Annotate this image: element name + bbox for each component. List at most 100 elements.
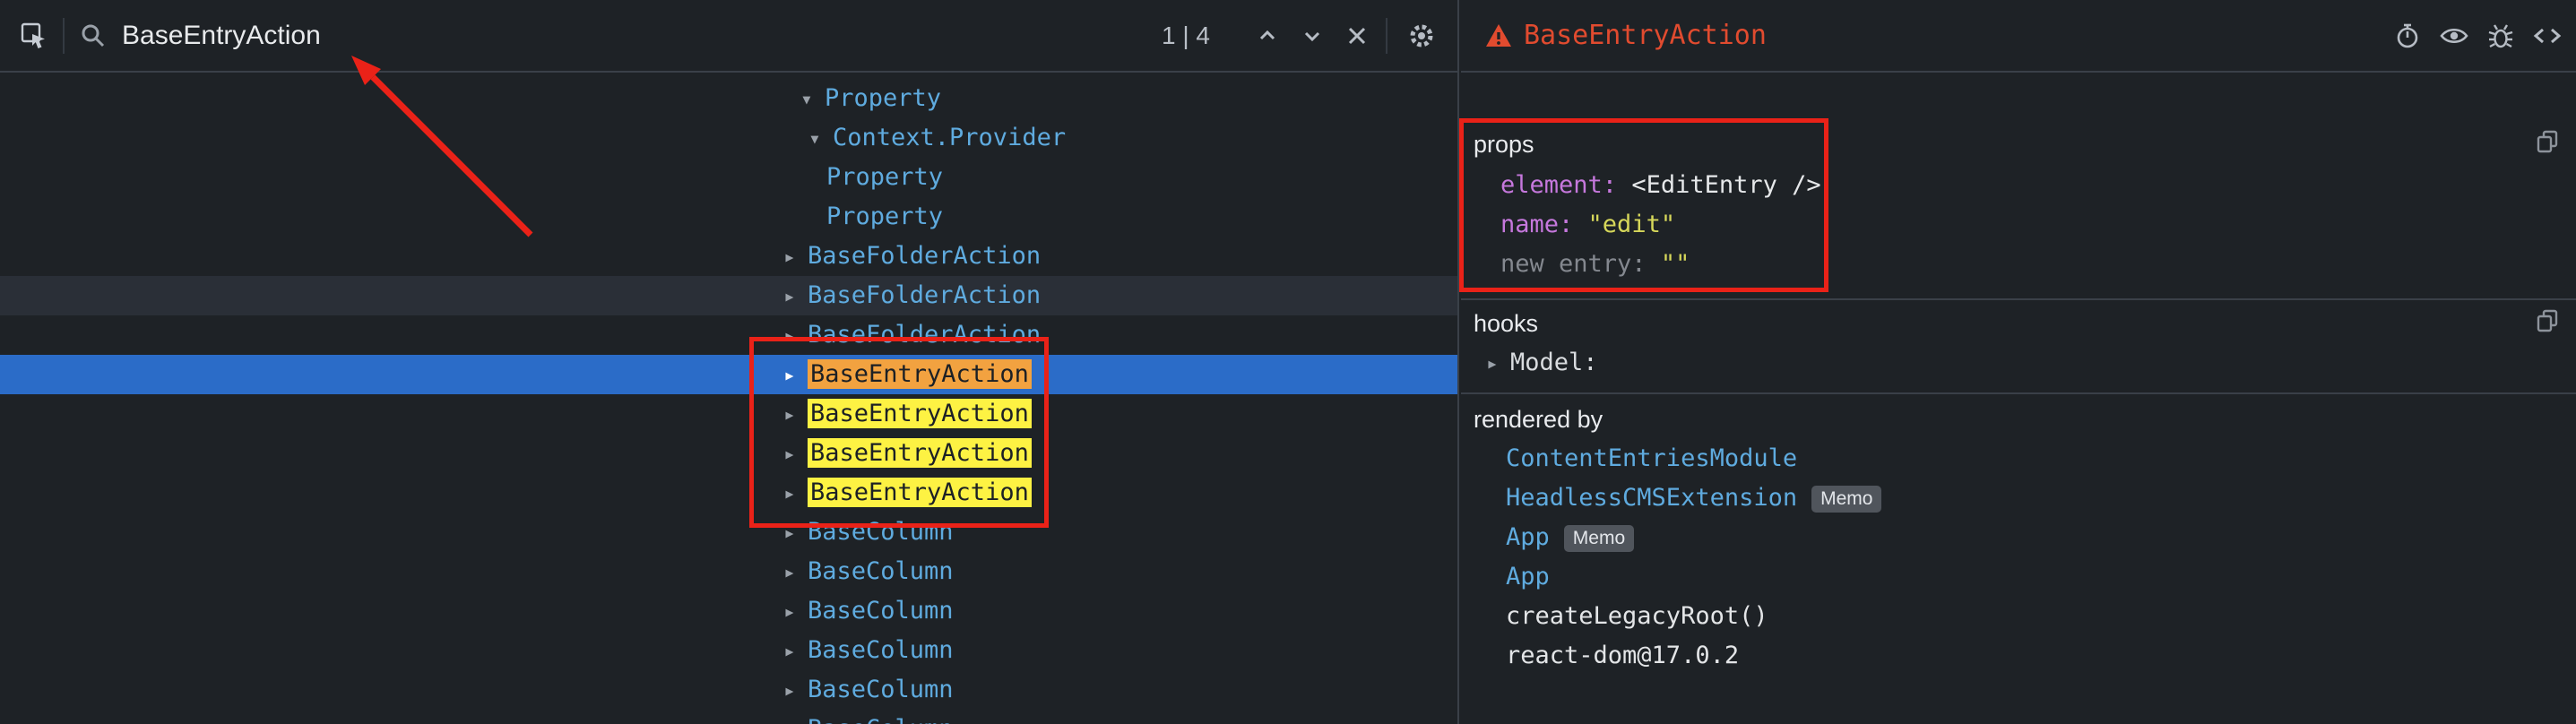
debug-bug-icon[interactable]: [2485, 20, 2517, 52]
chevron-right-icon[interactable]: ▸: [783, 632, 808, 671]
rendered-by-item: createLegacyRoot(): [1506, 597, 2567, 636]
chevron-right-icon[interactable]: ▸: [783, 711, 808, 724]
component-name: BaseColumn: [808, 557, 954, 585]
component-name: BaseEntryAction: [808, 399, 1032, 428]
tree-row-basefolderaction[interactable]: ▸BaseFolderAction: [0, 315, 1457, 355]
tree-row-basecolumn[interactable]: ▸BaseColumn: [0, 670, 1457, 710]
prop-value[interactable]: "edit": [1588, 211, 1676, 238]
prop-row[interactable]: new entry: "": [1500, 245, 2567, 284]
prop-key: name:: [1500, 211, 1573, 238]
chevron-right-icon[interactable]: ▸: [783, 553, 808, 592]
memo-badge: Memo: [1564, 525, 1634, 552]
react-devtools-components-panel: 1 | 4 ▾Property▾Contex: [0, 0, 2576, 724]
prop-row[interactable]: name: "edit": [1500, 205, 2567, 245]
copy-hooks-icon[interactable]: [2535, 308, 2560, 337]
chevron-right-icon[interactable]: ▸: [783, 277, 808, 316]
component-name: BaseColumn: [808, 636, 954, 664]
prop-value[interactable]: <EditEntry />: [1631, 171, 1820, 199]
inspect-element-icon[interactable]: [14, 16, 54, 56]
tree-row-baseentryaction[interactable]: ▸BaseEntryAction: [0, 355, 1457, 394]
inspected-component-title: BaseEntryAction: [1524, 20, 1767, 51]
owner-component-link[interactable]: App: [1506, 563, 1550, 590]
tree-row-basecolumn[interactable]: ▸BaseColumn: [0, 631, 1457, 670]
hook-row-model[interactable]: ▸Model:: [1486, 343, 1598, 383]
component-name: BaseEntryAction: [808, 478, 1032, 507]
component-name: Context.Provider: [833, 124, 1066, 151]
component-name: BaseFolderAction: [808, 242, 1041, 270]
component-name: BaseEntryAction: [808, 359, 1032, 389]
error-warning-icon: [1484, 22, 1513, 49]
settings-gear-icon[interactable]: [1402, 16, 1441, 56]
chevron-right-icon[interactable]: ▸: [1486, 344, 1510, 384]
search-input[interactable]: [120, 20, 930, 52]
component-name: Property: [826, 203, 943, 230]
view-source-code-icon[interactable]: [2531, 20, 2563, 52]
prop-key: new entry:: [1500, 250, 1647, 278]
component-name: Property: [825, 84, 941, 112]
owner-component-link[interactable]: HeadlessCMSExtension: [1506, 484, 1797, 512]
chevron-right-icon[interactable]: ▸: [783, 671, 808, 711]
chevron-down-icon[interactable]: ▾: [800, 80, 825, 119]
tree-row-property[interactable]: Property: [0, 158, 1457, 197]
chevron-down-icon[interactable]: ▾: [808, 119, 833, 159]
tree-row-property[interactable]: ▾Property: [0, 79, 1457, 118]
tree-row-property[interactable]: Property: [0, 197, 1457, 237]
prop-row[interactable]: element: <EditEntry />: [1500, 166, 2567, 205]
tree-row-basefolderaction[interactable]: ▸BaseFolderAction: [0, 237, 1457, 276]
chevron-right-icon[interactable]: ▸: [783, 316, 808, 356]
prop-value[interactable]: "": [1661, 250, 1690, 278]
tree-row-basecolumn[interactable]: ▸BaseColumn: [0, 552, 1457, 591]
suspense-timer-icon[interactable]: [2391, 20, 2424, 52]
chevron-right-icon[interactable]: ▸: [783, 592, 808, 632]
tree-row-context-provider[interactable]: ▾Context.Provider: [0, 118, 1457, 158]
inspect-dom-eye-icon[interactable]: [2438, 20, 2470, 52]
clear-search-icon[interactable]: [1337, 16, 1377, 56]
chevron-right-icon[interactable]: ▸: [783, 435, 808, 474]
search-controls: 1 | 4: [1162, 16, 1441, 56]
toolbar-divider: [1386, 18, 1387, 54]
tree-row-basecolumn[interactable]: ▸BaseColumn: [0, 513, 1457, 552]
tree-row-basecolumn[interactable]: ▸BaseColumn: [0, 591, 1457, 631]
component-name: BaseEntryAction: [808, 438, 1032, 468]
tree-row-baseentryaction[interactable]: ▸BaseEntryAction: [0, 434, 1457, 473]
rendered-by-section: rendered by ContentEntriesModule Headless…: [1461, 394, 2576, 724]
tree-row-basecolumn[interactable]: ▸BaseColumn: [0, 710, 1457, 724]
tree-row-baseentryaction[interactable]: ▸BaseEntryAction: [0, 473, 1457, 513]
component-name: BaseColumn: [808, 676, 954, 703]
component-name: BaseFolderAction: [808, 321, 1041, 349]
component-name: BaseColumn: [808, 715, 954, 724]
tree-panel: 1 | 4 ▾Property▾Contex: [0, 0, 1459, 724]
chevron-right-icon[interactable]: ▸: [783, 474, 808, 513]
props-section: props element: <EditEntry />name: "edit"…: [1461, 73, 2576, 300]
prop-key: element:: [1500, 171, 1617, 199]
search-result-count: 1 | 4: [1162, 22, 1210, 50]
hooks-section: hooks ▸Model:: [1461, 300, 2576, 394]
previous-result-icon[interactable]: [1248, 16, 1287, 56]
component-name: BaseColumn: [808, 518, 954, 546]
chevron-right-icon[interactable]: ▸: [783, 513, 808, 553]
tree-row-baseentryaction[interactable]: ▸BaseEntryAction: [0, 394, 1457, 434]
owner-component-link[interactable]: ContentEntriesModule: [1506, 444, 1797, 472]
owner-label: react-dom@17.0.2: [1506, 642, 1739, 669]
next-result-icon[interactable]: [1292, 16, 1332, 56]
copy-props-icon[interactable]: [2535, 129, 2560, 158]
hooks-section-label: hooks: [1474, 308, 1538, 339]
chevron-right-icon[interactable]: ▸: [783, 356, 808, 395]
rendered-by-item: react-dom@17.0.2: [1506, 636, 2567, 676]
component-tree: ▾Property▾Context.ProviderPropertyProper…: [0, 73, 1457, 724]
tree-row-basefolderaction[interactable]: ▸BaseFolderAction: [0, 276, 1457, 315]
component-name: BaseFolderAction: [808, 281, 1041, 309]
inspector-actions: [2391, 20, 2563, 52]
rendered-by-item: ContentEntriesModule: [1506, 439, 2567, 478]
tree-toolbar: 1 | 4: [0, 0, 1457, 73]
rendered-by-list: ContentEntriesModule HeadlessCMSExtension…: [1506, 439, 2567, 676]
search-icon: [73, 16, 113, 56]
chevron-right-icon[interactable]: ▸: [783, 395, 808, 435]
owner-component-link[interactable]: App: [1506, 523, 1550, 551]
toolbar-divider: [63, 18, 65, 54]
owner-label: createLegacyRoot(): [1506, 602, 1768, 630]
chevron-right-icon[interactable]: ▸: [783, 237, 808, 277]
rendered-by-item: App: [1506, 557, 2567, 597]
rendered-by-label: rendered by: [1474, 404, 1603, 435]
component-name: Property: [826, 163, 943, 191]
